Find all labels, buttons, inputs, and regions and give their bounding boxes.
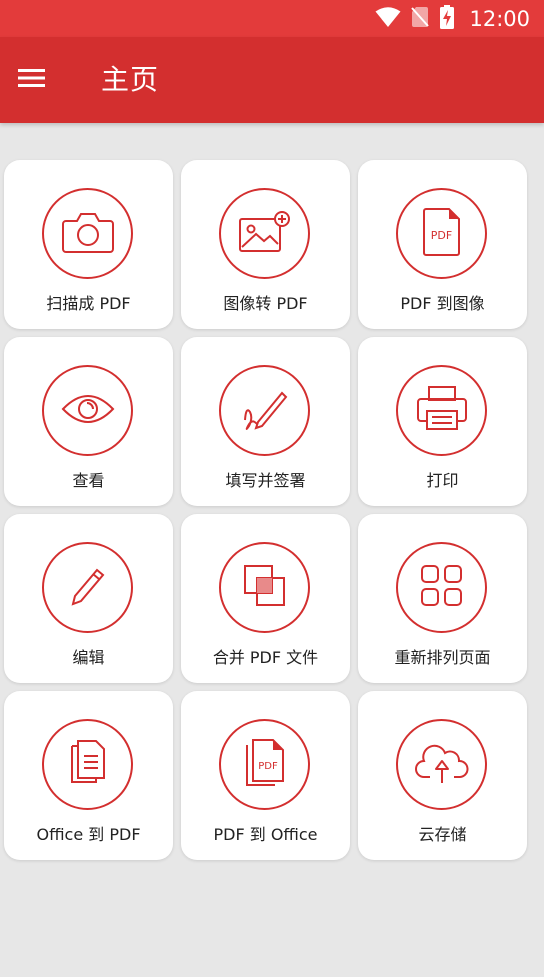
pdf-stack-icon: PDF	[243, 737, 287, 793]
tile-label: Office 到 PDF	[36, 825, 141, 844]
tile-image-to-pdf[interactable]: 图像转 PDF	[181, 160, 350, 329]
tile-label: PDF 到图像	[400, 294, 485, 313]
tile-icon-circle	[396, 542, 487, 633]
wifi-icon	[375, 6, 401, 32]
tile-label: 云存储	[418, 825, 467, 844]
image-add-icon	[237, 209, 293, 259]
document-stack-icon	[66, 738, 110, 792]
status-time: 12:00	[469, 6, 530, 31]
tile-icon-circle	[42, 719, 133, 810]
tile-office-to-pdf[interactable]: Office 到 PDF	[4, 691, 173, 860]
tile-merge-pdf[interactable]: 合并 PDF 文件	[181, 514, 350, 683]
tile-icon-circle	[219, 542, 310, 633]
tile-label: 扫描成 PDF	[46, 294, 131, 313]
tile-icon-circle	[42, 188, 133, 279]
tile-fill-and-sign[interactable]: 填写并签署	[181, 337, 350, 506]
app-bar: 主页	[0, 37, 544, 123]
pen-signature-icon	[240, 384, 290, 438]
tile-icon-circle	[219, 188, 310, 279]
tile-label: 图像转 PDF	[223, 294, 308, 313]
tile-label: 编辑	[72, 648, 105, 667]
tile-label: 查看	[72, 471, 105, 490]
cloud-upload-icon	[414, 741, 470, 789]
tile-icon-circle	[219, 365, 310, 456]
page-title: 主页	[101, 63, 160, 96]
tile-edit[interactable]: 编辑	[4, 514, 173, 683]
tile-icon-circle	[42, 542, 133, 633]
tile-label: 重新排列页面	[394, 648, 491, 667]
tile-icon-circle	[42, 365, 133, 456]
no-sim-icon	[411, 6, 430, 32]
camera-icon	[61, 210, 115, 258]
tile-view[interactable]: 查看	[4, 337, 173, 506]
tile-pdf-to-image[interactable]: PDF PDF 到图像	[358, 160, 527, 329]
status-bar: 12:00	[0, 0, 544, 37]
tile-label: PDF 到 Office	[213, 825, 318, 844]
tile-label: 打印	[426, 471, 459, 490]
tile-icon-circle	[396, 719, 487, 810]
tile-cloud-storage[interactable]: 云存储	[358, 691, 527, 860]
eye-icon	[61, 391, 115, 431]
tile-pdf-to-office[interactable]: PDF PDF 到 Office	[181, 691, 350, 860]
pdf-file-icon: PDF	[422, 207, 462, 261]
feature-grid: 扫描成 PDF 图像转 PDF PDF PDF 到图像 查看 填写并签署 打印 …	[4, 160, 527, 860]
menu-icon	[17, 67, 47, 93]
tile-label: 填写并签署	[225, 471, 306, 490]
tile-print[interactable]: 打印	[358, 337, 527, 506]
printer-icon	[415, 384, 469, 438]
menu-button[interactable]	[14, 62, 50, 98]
tile-reorder-pages[interactable]: 重新排列页面	[358, 514, 527, 683]
svg-text:PDF: PDF	[430, 229, 451, 242]
grid-icon	[419, 563, 465, 613]
tile-scan-to-pdf[interactable]: 扫描成 PDF	[4, 160, 173, 329]
merge-icon	[242, 563, 288, 613]
pencil-icon	[66, 564, 110, 612]
battery-charging-icon	[439, 4, 455, 33]
tile-label: 合并 PDF 文件	[212, 648, 319, 667]
tile-icon-circle: PDF	[219, 719, 310, 810]
tile-icon-circle: PDF	[396, 188, 487, 279]
tile-icon-circle	[396, 365, 487, 456]
status-icons: 12:00	[375, 0, 530, 37]
svg-text:PDF: PDF	[258, 761, 278, 772]
